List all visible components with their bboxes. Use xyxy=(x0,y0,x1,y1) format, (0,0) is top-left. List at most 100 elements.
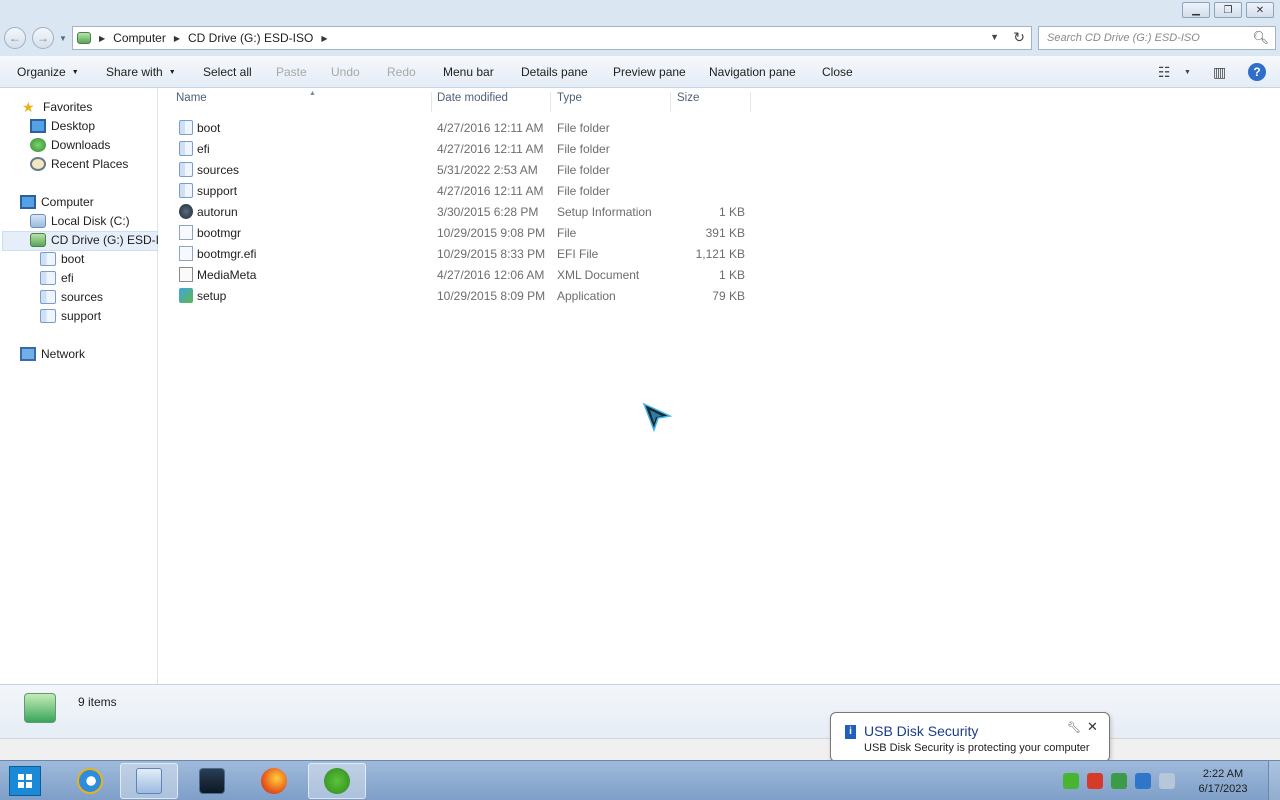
chevron-down-icon: ▼ xyxy=(71,69,79,76)
taskbar-file-explorer[interactable] xyxy=(120,763,178,799)
file-date-modified: 3/30/2015 6:28 PM xyxy=(437,205,539,219)
cd-drive-large-icon xyxy=(24,693,56,723)
file-size: 1 KB xyxy=(718,205,745,219)
menu-bar-button[interactable]: Menu bar xyxy=(443,65,494,79)
file-list: Name ▲ Date modified Type Size boot 4/27/… xyxy=(159,88,1280,684)
sync-tray-icon[interactable] xyxy=(1111,773,1127,789)
recent-pages-dropdown[interactable]: ▼ xyxy=(59,34,67,43)
minimize-button[interactable]: ▁ xyxy=(1182,2,1210,18)
system-clock[interactable]: 2:22 AM 6/17/2023 xyxy=(1192,767,1254,797)
file-date-modified: 10/29/2015 8:09 PM xyxy=(437,289,546,303)
select-all-button[interactable]: Select all xyxy=(203,65,252,79)
notification-balloon[interactable]: i USB Disk Security USB Disk Security is… xyxy=(830,712,1110,773)
column-header-date[interactable]: Date modified xyxy=(431,92,551,112)
desktop-icon xyxy=(30,119,46,133)
nav-network[interactable]: Network xyxy=(20,345,85,363)
nav-recent-places[interactable]: Recent Places xyxy=(30,155,128,173)
network-tray-icon[interactable] xyxy=(1135,773,1151,789)
file-explorer-icon xyxy=(136,768,162,794)
file-row[interactable]: bootmgr.efi 10/29/2015 8:33 PM EFI File 1,1… xyxy=(177,243,757,264)
nav-folder-boot[interactable]: boot xyxy=(40,250,84,268)
local-disk-icon xyxy=(30,214,46,228)
balloon-close-icon[interactable]: ✕ xyxy=(1087,719,1098,735)
navigation-pane-button[interactable]: Navigation pane xyxy=(709,65,796,79)
details-pane-button[interactable]: Details pane xyxy=(521,65,588,79)
file-date-modified: 4/27/2016 12:11 AM xyxy=(437,142,544,156)
breadcrumb-chevron-icon[interactable]: ▶ xyxy=(99,34,105,43)
breadcrumb-chevron-icon[interactable]: ▶ xyxy=(321,34,327,43)
breadcrumb-chevron-icon[interactable]: ▶ xyxy=(174,34,180,43)
forward-button[interactable]: → xyxy=(32,27,54,49)
close-button[interactable]: ✕ xyxy=(1246,2,1274,18)
cd-drive-icon xyxy=(77,32,91,44)
volume-muted-icon[interactable] xyxy=(1159,773,1175,789)
xml-icon xyxy=(179,267,193,282)
address-history-dropdown-icon[interactable]: ▼ xyxy=(990,32,999,42)
start-button[interactable] xyxy=(9,766,41,796)
internet-explorer-icon xyxy=(77,768,103,794)
utorrent-tray-icon[interactable] xyxy=(1063,773,1079,789)
file-row[interactable]: MediaMeta 4/27/2016 12:06 AM XML Document 1… xyxy=(177,264,757,285)
column-header-name[interactable]: Name ▲ xyxy=(170,90,432,112)
cd-drive-icon xyxy=(30,233,46,247)
file-date-modified: 4/27/2016 12:11 AM xyxy=(437,121,544,135)
file-name: sources xyxy=(197,163,240,177)
nav-folder-efi[interactable]: efi xyxy=(40,269,74,287)
breadcrumb-cd-drive[interactable]: CD Drive (G:) ESD-ISO ▶ xyxy=(188,31,336,45)
file-date-modified: 4/27/2016 12:11 AM xyxy=(437,184,544,198)
address-bar[interactable]: ▶ Computer ▶ CD Drive (G:) ESD-ISO ▶ ▼ ↻ xyxy=(72,26,1032,50)
share-with-button[interactable]: Share with ▼ xyxy=(106,65,176,79)
options-wrench-icon[interactable]: 🔧︎ xyxy=(1067,721,1081,734)
help-icon[interactable]: ? xyxy=(1248,63,1266,81)
computer-icon xyxy=(20,195,36,209)
taskbar-internet-explorer[interactable] xyxy=(61,763,119,799)
search-icon[interactable]: 🔍︎ xyxy=(1252,30,1269,46)
nav-desktop[interactable]: Desktop xyxy=(30,117,95,135)
show-desktop-button[interactable] xyxy=(1268,761,1280,800)
preview-pane-icon[interactable]: ▥ xyxy=(1213,64,1226,81)
preview-pane-button[interactable]: Preview pane xyxy=(613,65,686,79)
view-dropdown-icon[interactable]: ▼ xyxy=(1184,69,1191,76)
nav-cd-drive[interactable]: CD Drive (G:) ESD-ISO xyxy=(30,231,176,249)
view-options-icon[interactable]: ☷ xyxy=(1158,64,1171,81)
organize-button[interactable]: Organize ▼ xyxy=(17,65,79,79)
nav-downloads[interactable]: Downloads xyxy=(30,136,110,154)
usb-disk-security-tray-icon[interactable] xyxy=(1087,773,1103,789)
restore-button[interactable]: ❐ xyxy=(1214,2,1242,18)
file-row[interactable]: bootmgr 10/29/2015 9:08 PM File 391 KB xyxy=(177,222,757,243)
file-type: File folder xyxy=(557,121,610,135)
taskbar-utorrent[interactable] xyxy=(308,763,366,799)
taskbar-firefox[interactable] xyxy=(245,763,303,799)
redo-button[interactable]: Redo xyxy=(387,65,416,79)
file-row[interactable]: setup 10/29/2015 8:09 PM Application 79 KB xyxy=(177,285,757,306)
file-row[interactable]: boot 4/27/2016 12:11 AM File folder xyxy=(177,117,757,138)
search-input[interactable]: Search CD Drive (G:) ESD-ISO 🔍︎ xyxy=(1038,26,1276,50)
nav-computer[interactable]: Computer xyxy=(20,193,94,211)
file-row[interactable]: autorun 3/30/2015 6:28 PM Setup Informatio… xyxy=(177,201,757,222)
close-toolbar-button[interactable]: Close xyxy=(822,65,853,79)
file-type: EFI File xyxy=(557,247,599,261)
paste-button[interactable]: Paste xyxy=(276,65,307,79)
sort-ascending-icon: ▲ xyxy=(309,90,316,97)
file-row[interactable]: sources 5/31/2022 2:53 AM File folder xyxy=(177,159,757,180)
nav-favorites[interactable]: ★ Favorites xyxy=(22,98,92,116)
file-row[interactable]: efi 4/27/2016 12:11 AM File folder xyxy=(177,138,757,159)
undo-button[interactable]: Undo xyxy=(331,65,360,79)
column-header-size[interactable]: Size xyxy=(671,92,751,112)
nav-local-disk[interactable]: Local Disk (C:) xyxy=(30,212,130,230)
nav-folder-support[interactable]: support xyxy=(40,307,101,325)
back-button[interactable]: ← xyxy=(4,27,26,49)
nav-folder-sources[interactable]: sources xyxy=(40,288,103,306)
folder-icon xyxy=(179,120,193,135)
info-icon: i xyxy=(845,725,856,739)
file-type: Setup Information xyxy=(557,205,652,219)
file-row[interactable]: support 4/27/2016 12:11 AM File folder xyxy=(177,180,757,201)
refresh-icon[interactable]: ↻ xyxy=(1013,29,1025,46)
star-icon: ★ xyxy=(22,99,35,115)
taskbar-media-player[interactable] xyxy=(183,763,241,799)
file-name: bootmgr.efi xyxy=(197,247,257,261)
breadcrumb-computer[interactable]: Computer ▶ xyxy=(113,31,188,45)
folder-icon xyxy=(179,141,193,156)
column-header-type[interactable]: Type xyxy=(551,92,671,112)
file-date-modified: 4/27/2016 12:06 AM xyxy=(437,268,545,282)
